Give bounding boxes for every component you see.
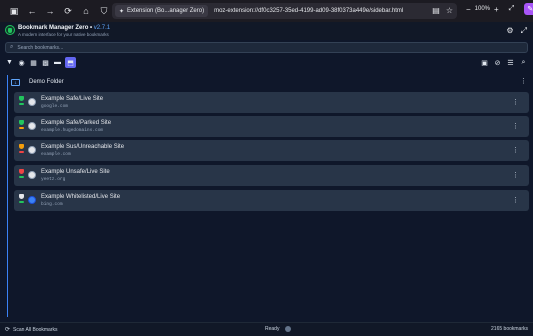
reload-icon[interactable]: ⟳ [60, 3, 76, 19]
status-indicator [18, 96, 24, 109]
bookmark-add-icon[interactable]: ⬒ [65, 57, 76, 68]
scan-all-label: Scan All Bookmarks [13, 326, 58, 333]
extension-icon[interactable]: ✎ [524, 3, 533, 15]
filter-icon[interactable]: ▼ [5, 58, 14, 67]
fullscreen-icon[interactable]: ⤢ [509, 5, 515, 13]
blocked-icon[interactable]: ⊘ [493, 58, 502, 67]
safety-shield-icon [18, 120, 24, 125]
bookmark-row[interactable]: Example Sus/Unreachable Site example.com… [14, 140, 529, 161]
bookmark-count: 2165 bookmarks [491, 326, 528, 332]
app-title: Bookmark Manager Zero • v2.7.1 [18, 25, 110, 31]
bookmark-title: Example Whitelisted/Live Site [41, 194, 121, 200]
reader-view-icon[interactable]: ▤ [432, 6, 440, 15]
app-version: v2.7.1 [93, 25, 111, 31]
link-status-icon [18, 201, 24, 203]
app-title-text: Bookmark Manager Zero • [18, 25, 94, 31]
toolbar-left: ▼ ◉ ▦ ▩ ▬ ⬒ [5, 57, 76, 68]
more-menu-icon[interactable]: ⋮ [520, 77, 527, 85]
bookmark-url: google.com [41, 104, 69, 109]
status-indicator [18, 120, 24, 133]
folder-icon: 1 [11, 78, 20, 86]
expand-icon[interactable]: ⤢ [521, 26, 527, 36]
bookmark-title: Example Safe/Parked Site [41, 120, 112, 126]
extension-identity-chip[interactable]: ✦ Extension (Bo...anager Zero) [115, 5, 209, 17]
zoom-out-icon[interactable]: − [466, 5, 471, 14]
view-eye-icon[interactable]: ◉ [17, 58, 26, 67]
tune-icon[interactable]: ☰ [506, 58, 515, 67]
search-input[interactable] [17, 44, 498, 51]
bookmark-row[interactable]: Example Unsafe/Live Site yeetz.org ⋮ [14, 165, 529, 186]
status-indicator [18, 144, 24, 157]
new-folder-icon[interactable]: ▬ [53, 58, 62, 67]
safety-shield-icon [18, 194, 24, 199]
bookmark-url: example.com [41, 152, 71, 157]
status-indicator [18, 169, 24, 182]
zoom-level[interactable]: 100% [475, 6, 490, 12]
favicon-icon [28, 98, 36, 106]
bookmark-star-icon[interactable]: ☆ [446, 6, 453, 15]
favicon-icon [28, 122, 36, 130]
link-status-icon [18, 176, 24, 178]
favicon-icon [28, 196, 36, 204]
bookmark-url: bing.com [41, 202, 63, 207]
home-icon[interactable]: ⌂ [78, 3, 94, 19]
forward-icon[interactable]: → [42, 3, 58, 19]
scan-all-button[interactable]: ⟳ Scan All Bookmarks [5, 326, 58, 334]
scan-icon: ⟳ [5, 327, 11, 333]
bookmark-row[interactable]: Example Whitelisted/Live Site bing.com ⋮ [14, 190, 529, 211]
safety-shield-icon [18, 96, 24, 101]
bookmark-url: yeetz.org [41, 177, 66, 182]
link-status-icon [18, 127, 24, 129]
extension-chip-label: Extension (Bo...anager Zero) [127, 8, 205, 14]
search-box[interactable]: ⌕ [5, 42, 528, 53]
more-menu-icon[interactable]: ⋮ [512, 196, 519, 204]
browser-toolbar: ▣ ← → ⟳ ⌂ ⛉ ✦ Extension (Bo...anager Zer… [0, 0, 533, 22]
link-status-icon [18, 103, 24, 105]
app-subtitle: A modern interface for your native bookm… [18, 32, 109, 37]
url-text: moz-extension://df0c3257-35ed-4199-ad09-… [214, 8, 404, 14]
status-indicator [18, 194, 24, 207]
puzzle-icon: ✦ [119, 8, 125, 15]
app-logo-icon [5, 25, 15, 35]
sidebar-toggle-icon[interactable]: ▣ [6, 3, 22, 19]
settings-gear-icon[interactable]: ⚙ [506, 26, 513, 36]
more-menu-icon[interactable]: ⋮ [512, 122, 519, 130]
more-menu-icon[interactable]: ⋮ [512, 98, 519, 106]
search-icon: ⌕ [10, 44, 14, 50]
back-icon[interactable]: ← [24, 3, 40, 19]
qr-icon[interactable]: ▣ [480, 58, 489, 67]
toolbar-right: ▣ ⊘ ☰ ⌕ [480, 58, 528, 67]
safety-shield-icon [18, 169, 24, 174]
safety-shield-icon [18, 144, 24, 149]
bookmark-title: Example Unsafe/Live Site [41, 169, 110, 175]
bookmark-title: Example Sus/Unreachable Site [41, 144, 125, 150]
zoom-search-icon[interactable]: ⌕ [519, 58, 528, 67]
tree-connector-line [7, 75, 8, 317]
bookmark-row[interactable]: Example Safe/Live Site google.com ⋮ [14, 92, 529, 113]
folder-row[interactable]: 1 Demo Folder ⋮ [11, 77, 531, 87]
folder-name: Demo Folder [29, 79, 64, 85]
more-menu-icon[interactable]: ⋮ [512, 146, 519, 154]
bookmark-url: example.hugedomains.com [41, 128, 104, 133]
status-bar: ⟳ Scan All Bookmarks Ready 2165 bookmark… [0, 322, 533, 336]
app-header: Bookmark Manager Zero • v2.7.1 A modern … [0, 22, 533, 40]
bookmark-row[interactable]: Example Safe/Parked Site example.hugedom… [14, 116, 529, 137]
link-status-icon [18, 151, 24, 153]
grid-view-icon[interactable]: ▩ [41, 58, 50, 67]
more-menu-icon[interactable]: ⋮ [512, 171, 519, 179]
zoom-in-icon[interactable]: + [494, 5, 499, 14]
shield-privacy-icon[interactable]: ⛉ [96, 3, 112, 19]
bookmark-title: Example Safe/Live Site [41, 96, 104, 102]
favicon-icon [28, 146, 36, 154]
list-view-icon[interactable]: ▦ [29, 58, 38, 67]
info-icon[interactable] [285, 326, 292, 332]
url-bar[interactable]: ✦ Extension (Bo...anager Zero) moz-exten… [112, 3, 457, 19]
favicon-icon [28, 171, 36, 179]
status-text: Ready [265, 326, 280, 332]
